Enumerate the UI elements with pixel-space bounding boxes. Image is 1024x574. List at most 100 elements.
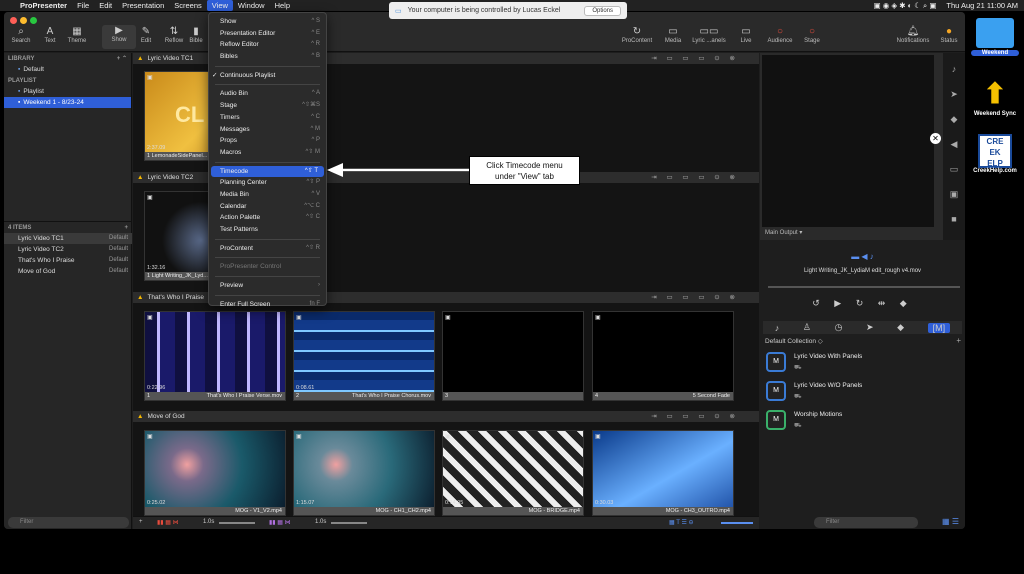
menu-item-action-palette[interactable]: Action Palette ^⇧ C (209, 212, 326, 224)
add-library-icon[interactable]: + ⌃ (117, 55, 127, 64)
menu-item-preview[interactable]: Preview › (209, 280, 326, 292)
music-icon[interactable]: ♪ (943, 57, 965, 82)
group-header[interactable]: ▲ Move of God ⇥ ▭ ▭ ▭ ⊙ ⊗ (133, 411, 759, 422)
desktop-link-creekhelp[interactable]: CRE EK ELP CreekHelp.com (971, 134, 1019, 174)
menu-edit[interactable]: Edit (94, 0, 117, 11)
layers-icon[interactable]: ◆ (943, 107, 965, 132)
stage-tab-icon[interactable]: ♙ (803, 322, 811, 333)
view-mode-icons[interactable]: ▦ T ☰ ⊖ (669, 519, 694, 526)
list-item[interactable]: Move of God Default (4, 266, 132, 277)
close-icon[interactable]: ✕ (930, 133, 941, 144)
audio-tabs[interactable]: ▬ ◀ ♪ (760, 252, 965, 261)
collection-selector[interactable]: Default Collection ◇ (765, 337, 823, 345)
list-item[interactable]: That's Who I Praise Default (4, 255, 132, 266)
slide-thumbnail[interactable]: ▣ 1:15.07 MOG - CH1_CH2.mp4 (293, 430, 435, 516)
menu-item-audio-bin[interactable]: Audio Bin ^ A (209, 88, 326, 100)
desktop-app-weekend-sync[interactable]: ⬆ Weekend Sync (971, 77, 1019, 117)
menu-item-timecode[interactable]: Timecode ^⇧ T (211, 165, 324, 178)
output-selector[interactable]: Main Output ▾ (765, 229, 802, 236)
menu-screens[interactable]: Screens (169, 0, 207, 11)
transport-controls[interactable]: ↺ ▶ ↻ ⇹ ◆ (760, 298, 965, 309)
menu-item-calendar[interactable]: Calendar ^⌥ C (209, 201, 326, 213)
menu-item-show[interactable]: Show ^ S (209, 16, 326, 28)
add-icon[interactable]: + (139, 519, 143, 525)
library-item-default[interactable]: ▪ Default (4, 64, 131, 75)
transition-icons[interactable]: ▮▮ ▦ ⋈ (157, 519, 179, 526)
layers-tab-icon[interactable]: ◆ (897, 322, 904, 333)
menu-window[interactable]: Window (233, 0, 270, 11)
live-button[interactable]: ▭ Live (729, 26, 763, 44)
menu-item-media-bin[interactable]: Media Bin ^ V (209, 189, 326, 201)
lyric-panels-button[interactable]: ▭▭ Lyric ...anels (690, 26, 728, 44)
menu-view[interactable]: View (206, 0, 233, 11)
transition-slider[interactable] (219, 522, 255, 524)
media-button[interactable]: ▭ Media (656, 26, 690, 44)
procontent-button[interactable]: ↻ ProContent (620, 26, 654, 44)
announce-icon[interactable]: ◀ (943, 132, 965, 157)
menu-item-messages[interactable]: Messages ^ M (209, 124, 326, 136)
slide-thumbnail[interactable]: ▣ 0:25.02 MOG - V1_V2.mp4 (144, 430, 286, 516)
menu-item-presentation-editor[interactable]: Presentation Editor ^ E (209, 28, 326, 40)
menu-item-props[interactable]: Props ^ P (209, 135, 326, 147)
timer-tab-icon[interactable]: ◷ (835, 322, 843, 333)
slide-thumbnail[interactable]: ▣ 0:14.95 MOG - BRIDGE.mp4 (442, 430, 584, 516)
stage-button[interactable]: ○ Stage (795, 26, 829, 44)
menu-help[interactable]: Help (270, 0, 295, 11)
media-filter-input[interactable]: Filter (814, 517, 918, 528)
slide-thumbnail[interactable]: ▣ 4 5 Second Fade (592, 311, 734, 401)
transition-slider[interactable] (331, 522, 367, 524)
list-item[interactable]: M Lyric Video W/O Panels ⛟ (764, 379, 960, 405)
list-item[interactable]: Lyric Video TC1 Default (4, 233, 132, 244)
slide-thumbnail[interactable]: ▣ 3 (442, 311, 584, 401)
navigate-tab-icon[interactable]: ➤ (866, 322, 874, 333)
music-tab-icon[interactable]: ♪ (775, 323, 780, 333)
playlist-item-playlist[interactable]: ▪ Playlist (4, 86, 131, 97)
video-icon[interactable]: ■ (943, 207, 965, 232)
list-item[interactable]: Lyric Video TC2 Default (4, 244, 132, 255)
slide-thumbnail[interactable]: ▣ 0:08.61 2 That's Who I Praise Chorus.mo… (293, 311, 435, 401)
macro-tab-icon[interactable]: [M] (927, 322, 951, 333)
sidebar-filter-input[interactable]: Filter (8, 517, 129, 528)
options-button[interactable]: Options (584, 5, 621, 16)
menu-item-stage[interactable]: Stage ^⇧⌘S (209, 100, 326, 112)
list-item[interactable]: M Lyric Video With Panels ⛟ (764, 350, 960, 376)
menu-item-planning-center[interactable]: Planning Center ^⇧ P (209, 177, 326, 189)
group-tools[interactable]: ⇥ ▭ ▭ ▭ ⊙ ⊗ (651, 53, 739, 64)
audience-button[interactable]: ○ Audience (763, 26, 797, 44)
list-item[interactable]: M Worship Motions ⛟ (764, 408, 960, 434)
transition-icons[interactable]: ▮▮ ▦ ⋈ (269, 519, 291, 526)
menu-item-enter-full-screen[interactable]: Enter Full Screen fn F (209, 299, 326, 311)
add-collection-icon[interactable]: + (956, 336, 961, 345)
menu-item-continuous-playlist[interactable]: ✓ Continuous Playlist (209, 70, 326, 82)
message-icon[interactable]: ▭ (943, 157, 965, 182)
menu-item-macros[interactable]: Macros ^⇧ M (209, 147, 326, 159)
slide-thumbnail[interactable]: ▣ 0:22.96 1 That's Who I Praise Verse.mov (144, 311, 286, 401)
menu-item-procontent[interactable]: ProContent ^⇧ R (209, 243, 326, 255)
image-icon[interactable]: ▣ (943, 182, 965, 207)
transition-speed[interactable]: 1.0s (315, 519, 326, 525)
group-tools[interactable]: ⇥ ▭ ▭ ▭ ⊙ ⊗ (651, 172, 739, 183)
status-button[interactable]: ● Status (934, 26, 964, 44)
zoom-window-icon[interactable] (30, 17, 37, 24)
menu-item-timers[interactable]: Timers ^ C (209, 112, 326, 124)
minimize-window-icon[interactable] (20, 17, 27, 24)
navigate-icon[interactable]: ➤ (943, 82, 965, 107)
theme-button[interactable]: ▦ Theme (60, 26, 94, 44)
menu-presentation[interactable]: Presentation (117, 0, 169, 11)
transition-speed[interactable]: 1.0s (203, 519, 214, 525)
menu-item-bibles[interactable]: Bibles ^ B (209, 51, 326, 63)
group-tools[interactable]: ⇥ ▭ ▭ ▭ ⊙ ⊗ (651, 292, 739, 303)
notifications-button[interactable]: 🔔︎ Notifications (892, 26, 934, 44)
menu-app[interactable]: ProPresenter (15, 0, 72, 11)
slide-thumbnail[interactable]: ▣ 0:30.03 MOG - CH3_OUTRO.mp4 (592, 430, 734, 516)
close-window-icon[interactable] (10, 17, 17, 24)
playback-progress[interactable] (768, 286, 960, 288)
add-item-icon[interactable]: + (124, 224, 128, 233)
menu-item-test-patterns[interactable]: Test Patterns (209, 224, 326, 236)
playlist-item-weekend[interactable]: ▪ Weekend 1 - 8/23-24 (4, 97, 131, 108)
group-tools[interactable]: ⇥ ▭ ▭ ▭ ⊙ ⊗ (651, 411, 739, 422)
bible-button[interactable]: ▮ Bible (184, 26, 208, 44)
grid-list-toggle[interactable]: ▦ ☰ (942, 517, 959, 526)
menu-file[interactable]: File (72, 0, 94, 11)
menu-item-reflow-editor[interactable]: Reflow Editor ^ R (209, 39, 326, 51)
